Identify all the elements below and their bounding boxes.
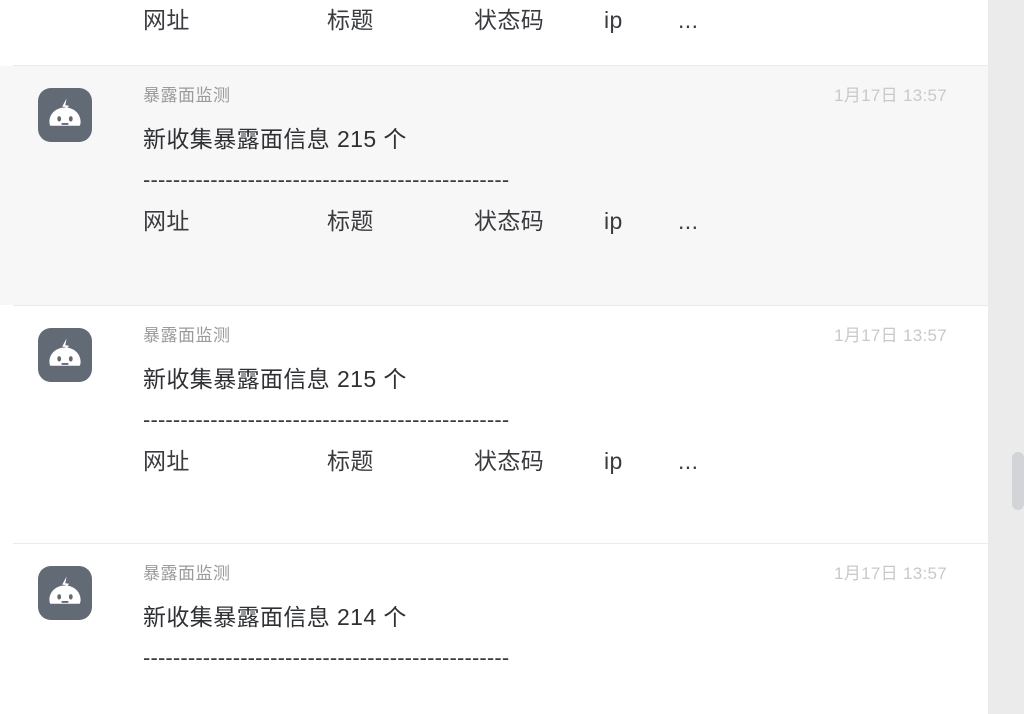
field-label: ip xyxy=(604,208,623,234)
notification-list-app: 网址 标题 状态码 ip... 暴露面监测 1月17日 13:57 新收集暴露面… xyxy=(0,0,1024,714)
field-label: 标题 xyxy=(327,7,374,33)
message-fields: 网址 标题 状态码 ip... xyxy=(143,205,968,237)
field-label: 状态码 xyxy=(474,448,545,474)
robot-icon xyxy=(38,328,92,382)
field-label-more: ... xyxy=(678,208,699,234)
message-title: 暴露面监测 xyxy=(143,326,231,345)
field-label: 状态码 xyxy=(474,7,545,33)
message-separator-rule: ----------------------------------------… xyxy=(143,645,510,670)
field-label: 网址 xyxy=(143,7,190,33)
field-label: ip xyxy=(604,448,623,474)
message-timestamp: 1月17日 13:57 xyxy=(834,86,947,105)
message-text: 新收集暴露面信息 215 个 xyxy=(143,366,407,392)
message-timestamp: 1月17日 13:57 xyxy=(834,564,947,583)
field-label: ip xyxy=(604,7,623,33)
message-fields: 网址 标题 状态码 ip... xyxy=(143,0,968,40)
message-separator-rule: ----------------------------------------… xyxy=(143,407,510,432)
robot-icon xyxy=(38,566,92,620)
field-label-more: ... xyxy=(678,448,699,474)
field-label: 标题 xyxy=(327,208,374,234)
list-item[interactable]: 暴露面监测 1月17日 13:57 新收集暴露面信息 214 个 -------… xyxy=(0,544,988,714)
robot-icon xyxy=(38,88,92,142)
list-item[interactable]: 暴露面监测 1月17日 13:57 新收集暴露面信息 215 个 -------… xyxy=(0,306,988,543)
field-label: 状态码 xyxy=(474,208,545,234)
vertical-scrollbar-thumb[interactable] xyxy=(1012,452,1024,510)
field-label: 标题 xyxy=(327,448,374,474)
message-text: 新收集暴露面信息 214 个 xyxy=(143,604,407,630)
list-item[interactable]: 暴露面监测 1月17日 13:57 新收集暴露面信息 215 个 -------… xyxy=(0,66,988,305)
message-separator-rule: ----------------------------------------… xyxy=(143,167,510,192)
field-label: 网址 xyxy=(143,208,190,234)
message-text: 新收集暴露面信息 215 个 xyxy=(143,126,407,152)
vertical-scrollbar-track[interactable] xyxy=(988,0,1024,714)
field-label: 网址 xyxy=(143,448,190,474)
message-timestamp: 1月17日 13:57 xyxy=(834,326,947,345)
message-title: 暴露面监测 xyxy=(143,564,231,583)
field-label-more: ... xyxy=(678,7,699,33)
list-item[interactable]: 网址 标题 状态码 ip... xyxy=(0,0,988,65)
message-title: 暴露面监测 xyxy=(143,86,231,105)
message-list[interactable]: 网址 标题 状态码 ip... 暴露面监测 1月17日 13:57 新收集暴露面… xyxy=(0,0,988,714)
message-fields: 网址 标题 状态码 ip... xyxy=(143,445,968,477)
